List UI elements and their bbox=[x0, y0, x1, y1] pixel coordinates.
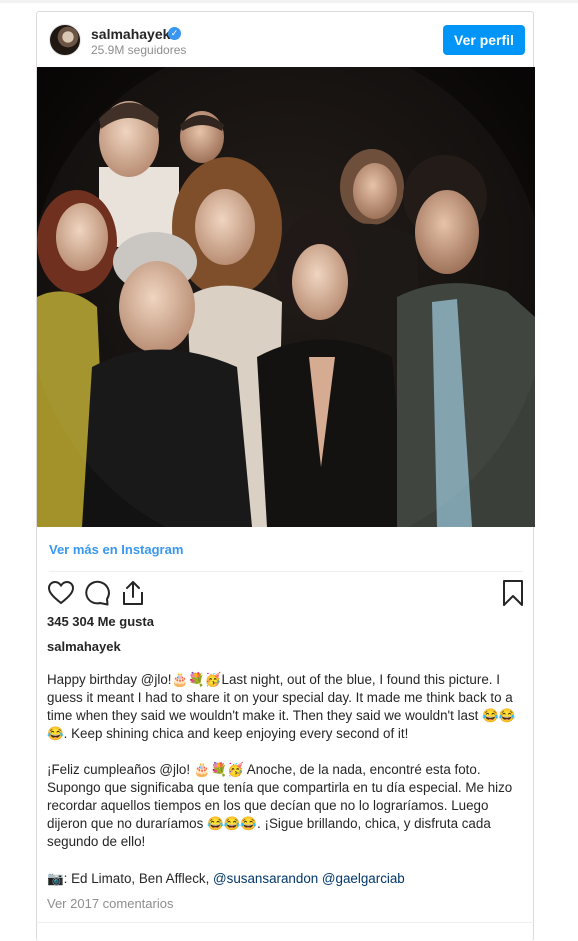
caption-spanish: ¡Feliz cumpleaños @jlo! 🎂💐🥳 Anoche, de l… bbox=[47, 762, 513, 849]
view-comments-link[interactable]: Ver 2017 comentarios bbox=[47, 896, 173, 911]
share-icon[interactable] bbox=[119, 579, 147, 607]
caption-text: Happy birthday @jlo!🎂💐🥳Last night, out o… bbox=[47, 671, 525, 869]
photo-credits: 📷: Ed Limato, Ben Affleck, @susansarando… bbox=[47, 871, 405, 887]
bookmark-icon[interactable] bbox=[499, 579, 527, 607]
like-count[interactable]: 345 304 Me gusta bbox=[47, 614, 154, 629]
caption-english: Happy birthday @jlo!🎂💐🥳Last night, out o… bbox=[47, 672, 516, 741]
instagram-embed-card: salmahayek ✓ 25.9M seguidores Ver perfil bbox=[36, 11, 535, 941]
credits-text: 📷: Ed Limato, Ben Affleck, bbox=[47, 871, 214, 886]
heart-icon[interactable] bbox=[47, 579, 75, 607]
verified-badge-icon: ✓ bbox=[168, 27, 181, 40]
post-photo-image bbox=[37, 67, 535, 527]
action-bar bbox=[37, 577, 535, 613]
view-profile-button[interactable]: Ver perfil bbox=[443, 25, 525, 55]
follower-count: 25.9M seguidores bbox=[91, 43, 187, 57]
username[interactable]: salmahayek bbox=[91, 26, 170, 42]
avatar[interactable] bbox=[49, 24, 81, 56]
comment-icon[interactable] bbox=[83, 579, 111, 607]
caption-username[interactable]: salmahayek bbox=[47, 639, 121, 654]
credits-handles-link[interactable]: @susansarandon @gaelgarciab bbox=[213, 871, 405, 886]
post-header: salmahayek ✓ 25.9M seguidores Ver perfil bbox=[37, 12, 535, 68]
divider bbox=[49, 571, 523, 572]
view-more-link[interactable]: Ver más en Instagram bbox=[49, 542, 183, 557]
post-photo[interactable] bbox=[37, 67, 535, 527]
top-border bbox=[0, 0, 578, 3]
divider bbox=[37, 922, 535, 923]
